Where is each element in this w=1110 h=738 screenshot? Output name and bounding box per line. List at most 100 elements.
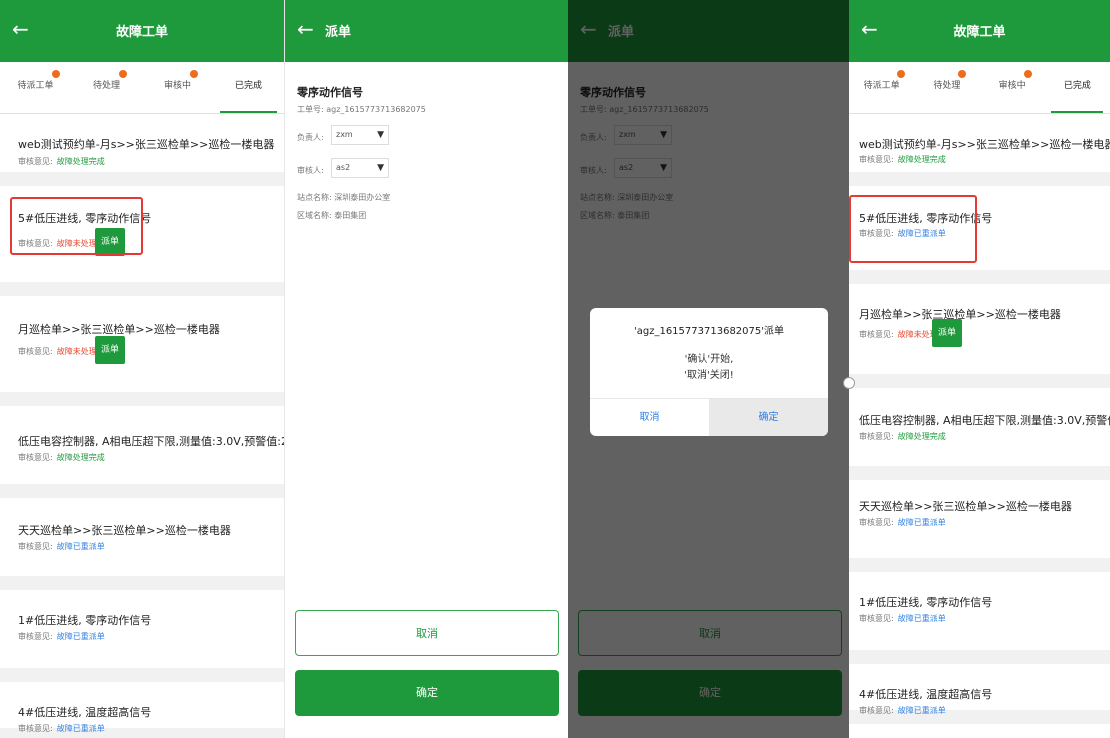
review-label: 审核意见: (859, 155, 894, 164)
review-line: 审核意见: 故障处理完成 (859, 154, 946, 165)
review-line: 审核意见: 故障已重派单 (18, 723, 105, 734)
dialog-title: 'agz_1615773713682075'派单 (633, 326, 785, 337)
reviewer-row: 审核人: as2 ▼ (297, 158, 389, 178)
tab-label: 审核中 (998, 81, 1026, 91)
list-item[interactable]: 4#低压进线, 温度超高信号 审核意见: 故障已重派单 (849, 664, 1110, 724)
order-title: 月巡检单>>张三巡检单>>巡检一楼电器 (18, 323, 220, 336)
review-line: 审核意见: 故障处理完成 (18, 156, 105, 167)
badge-dot-icon (190, 70, 198, 78)
list-item[interactable]: 天天巡检单>>张三巡检单>>巡检一楼电器 审核意见: 故障已重派单 (0, 498, 284, 590)
order-title: 天天巡检单>>张三巡检单>>巡检一楼电器 (18, 524, 231, 537)
review-line: 审核意见: 故障已重派单 (859, 705, 946, 716)
list-item[interactable]: web测试预约单-月s>>张三巡检单>>巡检一楼电器 审核意见: 故障处理完成 (849, 114, 1110, 186)
order-title: 4#低压进线, 温度超高信号 (18, 706, 152, 719)
site-name: 站点名称: 深圳泰田办公室 (297, 193, 391, 202)
owner-select[interactable]: zxm ▼ (331, 125, 389, 145)
review-line: 审核意见: 故障已重派单 (18, 541, 105, 552)
confirm-button[interactable]: 确定 (295, 670, 559, 716)
tab-completed[interactable]: 已完成 (213, 62, 284, 113)
dispatch-button[interactable]: 派单 (95, 336, 125, 364)
dispatch-button[interactable]: 派单 (932, 319, 962, 347)
dialog-cancel-button[interactable]: 取消 (590, 399, 709, 436)
tab-completed[interactable]: 已完成 (1045, 62, 1110, 113)
owner-row: 负责人: zxm ▼ (297, 125, 389, 145)
area-name: 区域名称: 泰田集团 (297, 211, 367, 220)
order-title: web测试预约单-月s>>张三巡检单>>巡检一楼电器 (18, 138, 275, 151)
reviewer-value: as2 (336, 163, 351, 172)
tab-label: 待派工单 (17, 81, 54, 91)
list-item[interactable]: 1#低压进线, 零序动作信号 审核意见: 故障已重派单 (0, 590, 284, 682)
status-text: 故障处理完成 (897, 155, 946, 164)
back-arrow-icon[interactable]: ← (297, 18, 314, 40)
page-title: 故障工单 (953, 25, 1006, 40)
review-label: 审核意见: (859, 330, 894, 339)
status-tabs: 待派工单 待处理 审核中 已完成 (0, 62, 284, 114)
tab-label: 待派工单 (863, 81, 900, 91)
status-text: 故障处理完成 (56, 157, 105, 166)
list-item[interactable]: 5#低压进线, 零序动作信号 审核意见: 故障未处理完成 派单 (0, 186, 284, 296)
tab-under-review[interactable]: 审核中 (980, 62, 1045, 113)
order-title: 1#低压进线, 零序动作信号 (18, 614, 152, 627)
badge-dot-icon (52, 70, 60, 78)
status-text: 故障处理完成 (897, 432, 946, 441)
reviewer-label: 审核人: (297, 166, 324, 175)
status-tabs: 待派工单 待处理 审核中 已完成 (849, 62, 1110, 114)
order-title: 天天巡检单>>张三巡检单>>巡检一楼电器 (859, 500, 1072, 513)
page-title: 派单 (325, 25, 352, 40)
app-bar: ← 故障工单 (849, 0, 1110, 62)
screen-dispatch-form: ← 派单 零序动作信号 工单号: agz_1615773713682075 负责… (285, 0, 568, 738)
badge-dot-icon (897, 70, 905, 78)
tab-pending-dispatch[interactable]: 待派工单 (849, 62, 914, 113)
status-text: 故障已重派单 (56, 632, 105, 641)
cancel-button[interactable]: 取消 (295, 610, 559, 656)
review-line: 审核意见: 故障已重派单 (859, 517, 946, 528)
order-title: 1#低压进线, 零序动作信号 (859, 596, 993, 609)
review-label: 审核意见: (18, 632, 53, 641)
drag-handle[interactable] (843, 377, 855, 389)
status-text: 故障已重派单 (897, 614, 946, 623)
screen-dispatch-confirm: ← 派单 零序动作信号 工单号: agz_1615773713682075 负责… (568, 0, 849, 738)
list-item[interactable]: web测试预约单-月s>>张三巡检单>>巡检一楼电器 审核意见: 故障处理完成 (0, 114, 284, 186)
tab-under-review[interactable]: 审核中 (142, 62, 213, 113)
highlight-box (849, 195, 977, 263)
badge-dot-icon (958, 70, 967, 78)
order-title: web测试预约单-月s>>张三巡检单>>巡检一楼电器 (859, 138, 1110, 151)
tab-label: 待处理 (933, 81, 961, 91)
list-item[interactable]: 5#低压进线, 零序动作信号 审核意见: 故障已重派单 (849, 186, 1110, 284)
review-line: 审核意见: 故障已重派单 (18, 631, 105, 642)
dialog-confirm-button[interactable]: 确定 (709, 399, 828, 436)
review-label: 审核意见: (18, 724, 53, 733)
order-title: 4#低压进线, 温度超高信号 (859, 688, 993, 701)
dialog-message-line1: '确认'开始, (684, 354, 734, 365)
list-item[interactable]: 低压电容控制器, A相电压超下限,测量值:3.0V,预警值:200.0V. 审核… (849, 388, 1110, 480)
app-bar: ← 派单 (285, 0, 568, 62)
list-item[interactable]: 天天巡检单>>张三巡检单>>巡检一楼电器 审核意见: 故障已重派单 (849, 480, 1110, 572)
status-text: 故障已重派单 (56, 724, 105, 733)
reviewer-select[interactable]: as2 ▼ (331, 158, 389, 178)
tab-pending-process[interactable]: 待处理 (71, 62, 142, 113)
dialog-actions: 取消 确定 (590, 398, 828, 436)
list-item[interactable]: 月巡检单>>张三巡检单>>巡检一楼电器 审核意见: 故障未处理完成 派单 (849, 284, 1110, 388)
list-item[interactable]: 4#低压进线, 温度超高信号 审核意见: 故障已重派单 (0, 682, 284, 738)
tab-pending-dispatch[interactable]: 待派工单 (0, 62, 71, 113)
review-label: 审核意见: (859, 432, 894, 441)
order-list: web测试预约单-月s>>张三巡检单>>巡检一楼电器 审核意见: 故障处理完成 5… (0, 114, 284, 738)
owner-value: zxm (336, 130, 353, 139)
status-text: 故障已重派单 (56, 542, 105, 551)
tab-label: 审核中 (163, 81, 191, 91)
list-item[interactable]: 低压电容控制器, A相电压超下限,测量值:3.0V,预警值:200.0V. 审核… (0, 406, 284, 498)
highlight-box (10, 197, 143, 255)
review-label: 审核意见: (859, 614, 894, 623)
list-item[interactable]: 月巡检单>>张三巡检单>>巡检一楼电器 审核意见: 故障未处理完成 派单 (0, 296, 284, 406)
badge-dot-icon (119, 70, 127, 78)
tab-pending-process[interactable]: 待处理 (914, 62, 979, 113)
list-item[interactable]: 1#低压进线, 零序动作信号 审核意见: 故障已重派单 (849, 572, 1110, 664)
screen-fault-orders-after: ← 故障工单 待派工单 待处理 审核中 已完成 web测试预约单-月s>>张三巡… (849, 0, 1110, 738)
page-title: 故障工单 (115, 25, 168, 40)
review-label: 审核意见: (859, 518, 894, 527)
dialog-message-line2: '取消'关闭! (684, 370, 734, 381)
order-title: 低压电容控制器, A相电压超下限,测量值:3.0V,预警值:200.0V. (18, 435, 284, 448)
tab-label: 已完成 (234, 81, 262, 91)
review-label: 审核意见: (18, 542, 53, 551)
review-label: 审核意见: (18, 157, 53, 166)
